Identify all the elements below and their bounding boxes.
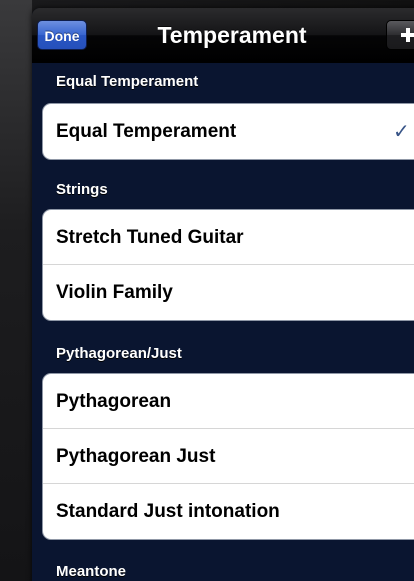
list-item-label: Pythagorean <box>56 391 172 412</box>
temperament-popover: Done Temperament Equal Temperament Equal… <box>32 8 414 581</box>
navigation-bar: Done Temperament <box>32 8 414 63</box>
temperament-table: Equal Temperament Equal Temperament ✓ St… <box>32 63 414 581</box>
list-item-label: Pythagorean Just <box>56 446 216 467</box>
group-equal-temperament: Equal Temperament ✓ <box>42 103 414 160</box>
list-item-label: Violin Family <box>56 282 173 303</box>
list-item-equal-temperament[interactable]: Equal Temperament ✓ <box>43 104 414 159</box>
list-item-pythagorean-just[interactable]: Pythagorean Just <box>43 429 414 484</box>
section-header-meantone: Meantone <box>56 563 127 580</box>
add-button[interactable] <box>386 20 414 50</box>
section-header-strings: Strings <box>56 181 108 198</box>
checkmark-icon: ✓ <box>393 119 410 143</box>
list-item-label: Equal Temperament <box>56 121 237 142</box>
page-title: Temperament <box>157 22 307 48</box>
list-item-stretch-tuned-guitar[interactable]: Stretch Tuned Guitar <box>43 210 414 265</box>
list-item-pythagorean[interactable]: Pythagorean <box>43 374 414 429</box>
group-strings: Stretch Tuned Guitar Violin Family <box>42 209 414 321</box>
section-header-equal-temperament: Equal Temperament <box>56 73 199 90</box>
list-item-label: Standard Just intonation <box>56 501 280 522</box>
section-header-pythagorean-just: Pythagorean/Just <box>56 345 182 362</box>
list-item-standard-just-intonation[interactable]: Standard Just intonation <box>43 484 414 539</box>
list-item-violin-family[interactable]: Violin Family <box>43 265 414 320</box>
done-button[interactable]: Done <box>37 20 87 50</box>
list-item-label: Stretch Tuned Guitar <box>56 227 244 248</box>
group-pythagorean-just: Pythagorean Pythagorean Just Standard Ju… <box>42 373 414 540</box>
device-frame: Done Temperament Equal Temperament Equal… <box>0 0 414 581</box>
device-bezel <box>0 0 32 581</box>
